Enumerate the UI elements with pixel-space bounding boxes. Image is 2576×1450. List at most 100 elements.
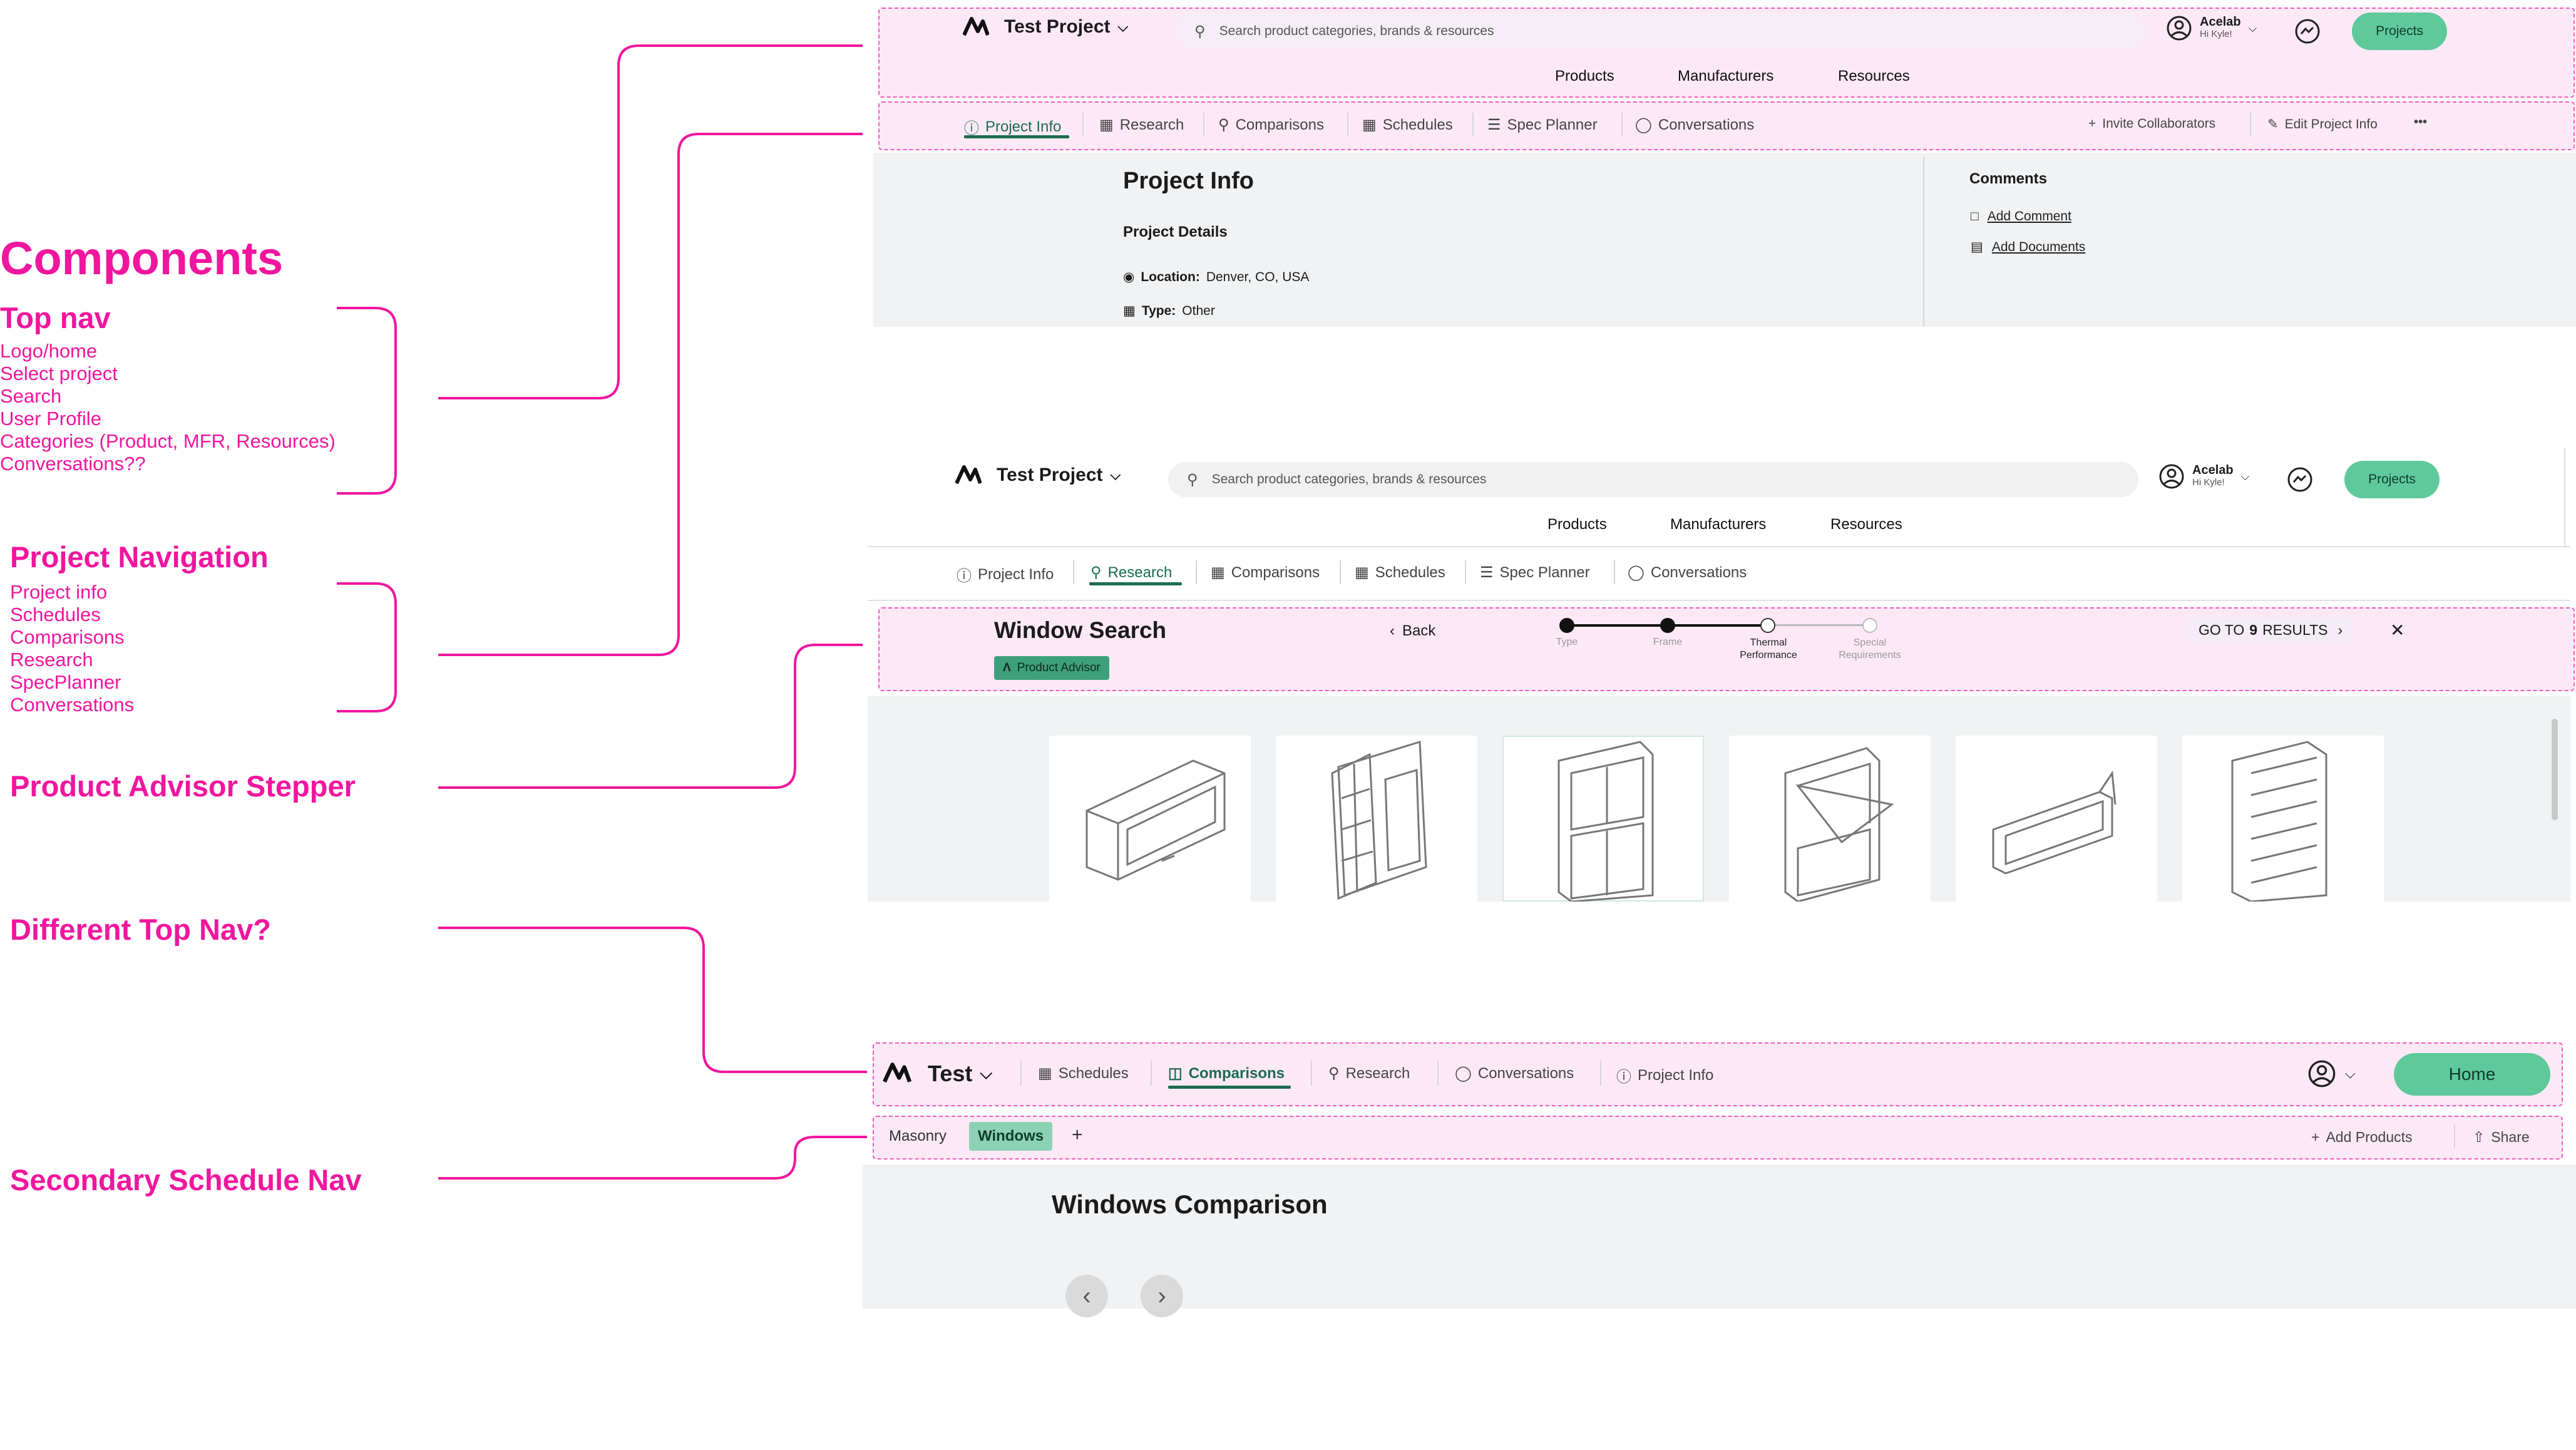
project-selector[interactable]: Test Project ⌵ xyxy=(1004,16,1128,38)
search-icon: ⚲ xyxy=(1090,564,1102,581)
window-type-card[interactable] xyxy=(1956,736,2157,902)
add-products-button[interactable]: + Add Products xyxy=(2311,1129,2413,1146)
add-comment-link[interactable]: □ Add Comment xyxy=(1971,209,2071,224)
chevron-right-icon: › xyxy=(2337,621,2343,638)
product-advisor-badge: Λ Product Advisor xyxy=(994,656,1109,680)
chevron-left-icon: ‹ xyxy=(1082,1282,1091,1310)
tab-project-info[interactable]: ⓘ Project Info xyxy=(957,563,1054,585)
scrollbar-thumb[interactable] xyxy=(2552,719,2558,820)
user-avatar-icon xyxy=(2167,16,2192,41)
tab-research[interactable]: ▦ Research xyxy=(1099,116,1184,134)
add-documents-link[interactable]: ▤ Add Documents xyxy=(1971,239,2085,255)
tab-comparisons[interactable]: ▦ Comparisons xyxy=(1211,563,1320,582)
tab-spec-planner[interactable]: ☰ Spec Planner xyxy=(1487,116,1598,134)
carousel-prev-button[interactable]: ‹ xyxy=(1065,1275,1108,1317)
step-dot-todo[interactable] xyxy=(1862,618,1877,633)
tab-separator xyxy=(1196,560,1197,584)
edit-label: Edit Project Info xyxy=(2284,116,2378,131)
tab-conversations[interactable]: ◯ Conversations xyxy=(1635,116,1754,134)
add-comment-label: Add Comment xyxy=(1987,209,2071,224)
chevron-left-icon: ‹ xyxy=(1390,622,1395,639)
window-type-card[interactable] xyxy=(2182,736,2384,903)
nav-category-manufacturers[interactable]: Manufacturers xyxy=(1670,516,1766,533)
share-label: Share xyxy=(2491,1129,2530,1145)
results-suffix: RESULTS xyxy=(2262,621,2328,638)
tab-schedules[interactable]: ▦ Schedules xyxy=(1355,563,1445,582)
tab-conversations[interactable]: ◯ Conversations xyxy=(1455,1064,1574,1082)
tab-spec-planner[interactable]: ☰ Spec Planner xyxy=(1480,563,1590,582)
tab-label: Research xyxy=(1119,116,1184,133)
tab-schedules[interactable]: ▦ Schedules xyxy=(1362,116,1453,134)
hopper-window-icon xyxy=(1784,747,1894,903)
tab-research[interactable]: ⚲ Research xyxy=(1328,1064,1410,1082)
table-icon: ▦ xyxy=(1362,116,1377,133)
home-button[interactable]: Home xyxy=(2394,1053,2550,1096)
user-profile[interactable]: Acelab Hi Kyle! ⌵ xyxy=(2158,463,2249,490)
user-profile[interactable]: Acelab Hi Kyle! ⌵ xyxy=(2166,15,2257,41)
acelab-logo-icon[interactable] xyxy=(963,15,989,38)
tab-comparisons[interactable]: ⚲ Comparisons xyxy=(1218,116,1324,134)
acelab-logo-icon[interactable] xyxy=(955,463,982,486)
messenger-icon[interactable] xyxy=(2286,466,2314,493)
active-tab-underline xyxy=(964,135,1069,138)
screen1-divider xyxy=(1923,157,1924,327)
chevron-down-icon: ⌵ xyxy=(2248,21,2257,34)
project-selector[interactable]: Test ⌵ xyxy=(928,1061,992,1087)
info-icon: ⓘ xyxy=(1616,1069,1631,1086)
tab-separator xyxy=(1151,1061,1152,1086)
messenger-icon[interactable] xyxy=(2294,18,2321,45)
project-nav-leader xyxy=(438,133,863,656)
tab-schedules[interactable]: ▦ Schedules xyxy=(1038,1064,1129,1082)
share-button[interactable]: ⇧ Share xyxy=(2473,1129,2530,1146)
pencil-icon: ✎ xyxy=(2267,117,2279,131)
nav-category-manufacturers[interactable]: Manufacturers xyxy=(1678,68,1773,85)
tab-conversations[interactable]: ◯ Conversations xyxy=(1628,563,1747,582)
step-dot-done[interactable] xyxy=(1660,618,1675,633)
search-icon: ⚲ xyxy=(1218,116,1229,133)
comment-icon: □ xyxy=(1971,209,1979,224)
search-icon: ⚲ xyxy=(1194,23,1206,40)
location-value: Denver, CO, USA xyxy=(1206,269,1310,284)
tab-comparisons[interactable]: ◫ Comparisons xyxy=(1168,1064,1285,1082)
back-button[interactable]: ‹ Back xyxy=(1390,622,1435,640)
edit-project-info-button[interactable]: ✎ Edit Project Info xyxy=(2267,116,2378,132)
user-profile[interactable]: ⌵ xyxy=(2307,1059,2356,1088)
tab-project-info[interactable]: ⓘ Project Info xyxy=(964,116,1061,138)
step-connector-todo xyxy=(1768,624,1870,626)
nav-category-resources[interactable]: Resources xyxy=(1830,516,1902,533)
user-greeting: Hi Kyle! xyxy=(2192,477,2225,488)
search-bar[interactable]: ⚲ Search product categories, brands & re… xyxy=(1176,14,2146,49)
tab-label: Schedules xyxy=(1058,1064,1129,1082)
more-options-button[interactable]: ••• xyxy=(2414,115,2427,130)
screen2-edge xyxy=(2564,448,2565,548)
search-bar[interactable]: ⚲ Search product categories, brands & re… xyxy=(1168,462,2138,497)
tab-separator xyxy=(1311,1061,1312,1086)
nav-category-products[interactable]: Products xyxy=(1555,68,1614,85)
close-icon[interactable]: ✕ xyxy=(2390,620,2404,640)
tab-project-info[interactable]: ⓘ Project Info xyxy=(1616,1064,1713,1086)
window-type-card[interactable] xyxy=(1276,736,1477,902)
acelab-logo-icon[interactable] xyxy=(883,1061,911,1084)
carousel-next-button[interactable]: › xyxy=(1141,1275,1183,1317)
add-tab-plus-icon[interactable]: + xyxy=(1072,1124,1083,1146)
comments-heading: Comments xyxy=(1969,170,2048,187)
go-to-results-button[interactable]: GO TO 9 RESULTS › xyxy=(2189,617,2353,642)
window-type-card[interactable] xyxy=(1729,736,1931,903)
nav-category-resources[interactable]: Resources xyxy=(1838,68,1910,85)
window-type-card[interactable] xyxy=(1049,736,1251,902)
projects-button[interactable]: Projects xyxy=(2352,13,2447,50)
double-hung-window-icon xyxy=(1557,741,1654,903)
tab-label: Project Info xyxy=(1638,1066,1714,1084)
invite-collaborators-button[interactable]: + Invite Collaborators xyxy=(2088,116,2215,131)
step-dot-current[interactable] xyxy=(1760,618,1775,633)
window-type-card-selected[interactable] xyxy=(1502,736,1704,903)
louvered-window-icon xyxy=(2231,741,2327,903)
sub-tab-windows[interactable]: Windows xyxy=(969,1122,1053,1151)
nav-category-products[interactable]: Products xyxy=(1547,516,1607,533)
sub-tab-masonry[interactable]: Masonry xyxy=(889,1128,947,1145)
project-selector[interactable]: Test Project ⌵ xyxy=(997,465,1121,486)
projects-button[interactable]: Projects xyxy=(2344,461,2440,498)
awning-window-icon xyxy=(1085,759,1226,881)
step-dot-done[interactable] xyxy=(1559,618,1574,633)
tab-research[interactable]: ⚲ Research xyxy=(1090,563,1172,582)
